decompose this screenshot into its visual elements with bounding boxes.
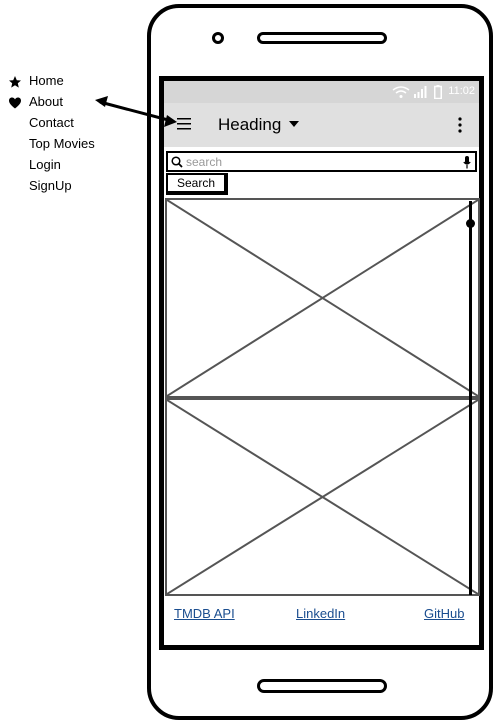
annotation-arrow (95, 96, 177, 127)
